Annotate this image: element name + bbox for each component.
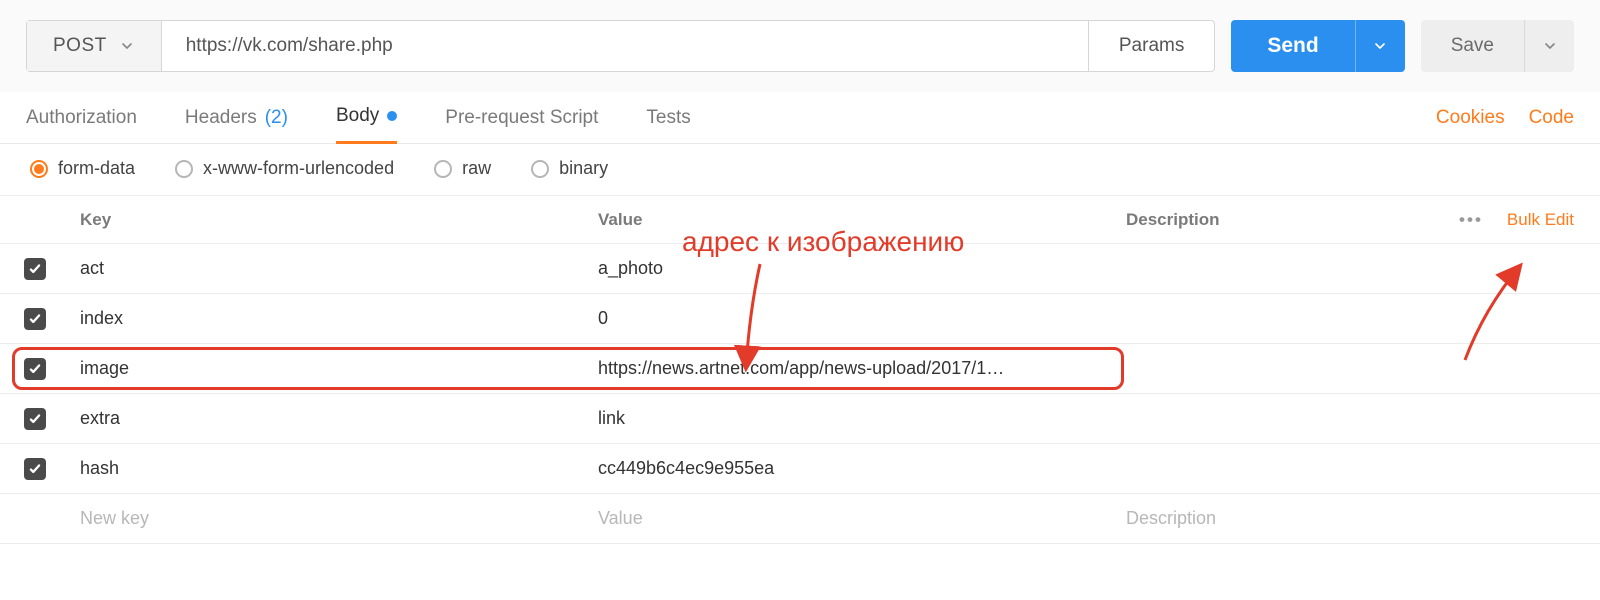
row-checkbox[interactable] <box>24 458 46 480</box>
kv-key-cell[interactable]: index <box>70 308 598 329</box>
kv-row-check-col <box>0 408 70 430</box>
checkmark-icon <box>28 462 42 476</box>
checkmark-icon <box>28 312 42 326</box>
tabs-right-links: Cookies Code <box>1436 107 1574 129</box>
radio-label: raw <box>462 158 491 179</box>
kv-value-cell[interactable]: https://news.artnet.com/app/news-upload/… <box>598 358 1126 379</box>
kv-key-cell[interactable]: act <box>70 258 598 279</box>
code-link[interactable]: Code <box>1529 107 1574 129</box>
checkmark-icon <box>28 362 42 376</box>
row-checkbox[interactable] <box>24 358 46 380</box>
request-action-bar: POST Params Send Save <box>0 0 1600 92</box>
body-type-row: form-data x-www-form-urlencoded raw bina… <box>0 144 1600 196</box>
tab-tests[interactable]: Tests <box>646 92 690 144</box>
save-cluster: Save <box>1421 20 1574 72</box>
kv-value-cell[interactable]: cc449b6c4ec9e955ea <box>598 458 1126 479</box>
radio-label: form-data <box>58 158 135 179</box>
tab-body[interactable]: Body <box>336 92 397 144</box>
kv-row-check-col <box>0 458 70 480</box>
save-dropdown-button[interactable] <box>1524 20 1574 72</box>
kv-value-cell[interactable]: a_photo <box>598 258 1126 279</box>
row-checkbox[interactable] <box>24 308 46 330</box>
save-label: Save <box>1451 35 1494 57</box>
body-type-binary[interactable]: binary <box>531 158 608 179</box>
radio-label: x-www-form-urlencoded <box>203 158 394 179</box>
radio-icon <box>434 160 452 178</box>
params-button[interactable]: Params <box>1088 21 1214 71</box>
tab-headers[interactable]: Headers (2) <box>185 92 288 144</box>
kv-key-cell[interactable]: hash <box>70 458 598 479</box>
row-checkbox[interactable] <box>24 408 46 430</box>
kv-row: act a_photo <box>0 244 1600 294</box>
tab-label: Tests <box>646 107 690 129</box>
kv-value-cell[interactable]: link <box>598 408 1126 429</box>
kv-key-cell[interactable]: extra <box>70 408 598 429</box>
save-button[interactable]: Save <box>1421 20 1524 72</box>
tab-authorization[interactable]: Authorization <box>26 92 137 144</box>
checkmark-icon <box>28 412 42 426</box>
request-tabs: Authorization Headers (2) Body Pre-reque… <box>26 92 691 144</box>
kv-row-check-col <box>0 258 70 280</box>
send-button[interactable]: Send <box>1231 20 1354 72</box>
headers-count-badge: (2) <box>265 107 288 129</box>
radio-icon <box>175 160 193 178</box>
tab-label: Pre-request Script <box>445 107 598 129</box>
unsaved-indicator-icon <box>387 111 397 121</box>
kv-header-key: Key <box>70 210 598 230</box>
body-type-urlencoded[interactable]: x-www-form-urlencoded <box>175 158 394 179</box>
kv-row: index 0 <box>0 294 1600 344</box>
kv-row-highlighted: image https://news.artnet.com/app/news-u… <box>0 344 1600 394</box>
kv-key-placeholder[interactable]: New key <box>70 508 598 529</box>
tab-prerequest-script[interactable]: Pre-request Script <box>445 92 598 144</box>
row-checkbox[interactable] <box>24 258 46 280</box>
http-method-dropdown[interactable]: POST <box>27 21 162 71</box>
bulk-edit-link[interactable]: Bulk Edit <box>1507 210 1574 230</box>
tab-label: Authorization <box>26 107 137 129</box>
kv-header-row: Key Value Description ••• Bulk Edit <box>0 196 1600 244</box>
kv-row-placeholder[interactable]: New key Value Description <box>0 494 1600 544</box>
kv-header-value: Value <box>598 210 1126 230</box>
kv-row: hash cc449b6c4ec9e955ea <box>0 444 1600 494</box>
kv-value-cell[interactable]: 0 <box>598 308 1126 329</box>
kv-desc-placeholder[interactable]: Description <box>1126 508 1600 529</box>
kv-row-check-col <box>0 358 70 380</box>
chevron-down-icon <box>119 38 135 54</box>
kv-row-check-col <box>0 308 70 330</box>
tab-label: Headers <box>185 107 257 129</box>
body-type-formdata[interactable]: form-data <box>30 158 135 179</box>
tab-label: Body <box>336 105 379 127</box>
radio-icon <box>531 160 549 178</box>
checkmark-icon <box>28 262 42 276</box>
chevron-down-icon <box>1372 38 1388 54</box>
more-options-icon[interactable]: ••• <box>1459 210 1483 230</box>
kv-value-placeholder[interactable]: Value <box>598 508 1126 529</box>
body-type-raw[interactable]: raw <box>434 158 491 179</box>
params-label: Params <box>1119 35 1184 57</box>
send-label: Send <box>1267 34 1318 58</box>
request-url-input[interactable] <box>162 21 1088 71</box>
radio-label: binary <box>559 158 608 179</box>
http-method-label: POST <box>53 35 107 57</box>
send-dropdown-button[interactable] <box>1355 20 1405 72</box>
kv-header-right: ••• Bulk Edit <box>1459 210 1574 230</box>
send-cluster: Send <box>1231 20 1404 72</box>
radio-icon <box>30 160 48 178</box>
request-tabs-row: Authorization Headers (2) Body Pre-reque… <box>0 92 1600 144</box>
url-cluster: POST Params <box>26 20 1215 72</box>
chevron-down-icon <box>1542 38 1558 54</box>
kv-key-cell[interactable]: image <box>70 358 598 379</box>
cookies-link[interactable]: Cookies <box>1436 107 1505 129</box>
kv-row: extra link <box>0 394 1600 444</box>
